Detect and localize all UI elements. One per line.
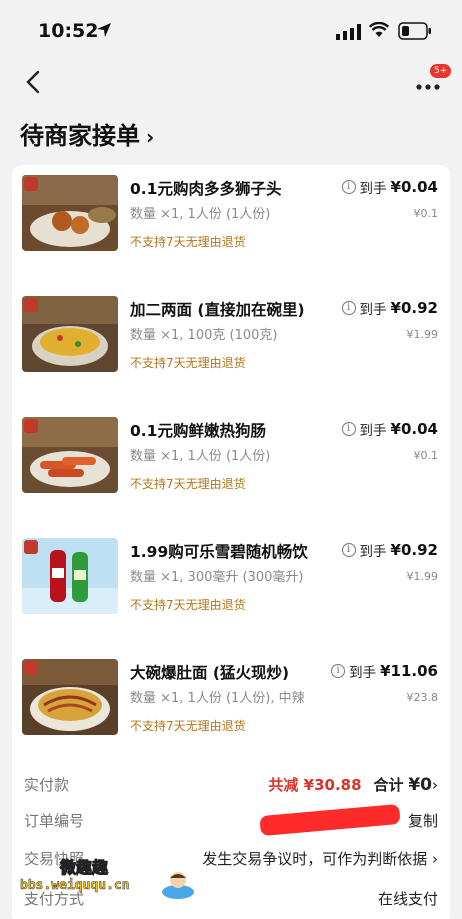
shop-logo-icon (24, 540, 38, 554)
item-spec: 数量 ×1, 1人份 (1人份) (130, 207, 271, 222)
watermark-url: bbs.weiququ.cn (20, 878, 130, 894)
price-label: 到手 (349, 665, 377, 681)
chevron-right-icon: › (432, 850, 438, 868)
swimmer-emoji-icon (162, 872, 194, 899)
item-title: 1.99购可乐雪碧随机畅饮 (130, 543, 308, 561)
info-icon: i (341, 301, 356, 315)
message-badge: 5+ (430, 64, 452, 78)
order-status-heading[interactable]: 待商家接单 › (20, 116, 154, 151)
info-icon: i (341, 422, 356, 436)
item-title: 大碗爆肚面 (猛火现炒) (130, 664, 290, 682)
item-thumbnail (22, 175, 118, 251)
price-box[interactable]: i 到手 ¥0.04 (341, 177, 438, 197)
watermark-title: 微趣趣 (59, 858, 109, 878)
shop-logo-icon (24, 177, 38, 191)
location-arrow-icon (97, 23, 111, 37)
order-item[interactable]: 大碗爆肚面 (猛火现炒) 数量 ×1, 1人份 (1人份), 中辣 不支持7天无… (12, 649, 450, 770)
clock: 10:52 (38, 20, 99, 42)
final-price: ¥11.06 (380, 662, 438, 680)
original-price: ¥1.99 (406, 328, 439, 341)
paid-amount-row[interactable]: 实付款 共减 ¥30.88 合计 ¥0› (12, 766, 450, 802)
item-spec: 数量 ×1, 100克 (100克) (130, 328, 278, 343)
item-spec: 数量 ×1, 1人份 (1人份) (130, 449, 271, 464)
item-title: 0.1元购鲜嫩热狗肠 (130, 422, 266, 440)
paid-label: 实付款 (24, 776, 70, 794)
price-box[interactable]: i 到手 ¥0.92 (341, 540, 438, 560)
final-price: ¥0.92 (390, 299, 438, 317)
final-price: ¥0.04 (390, 178, 438, 196)
item-title: 0.1元购肉多多狮子头 (130, 180, 282, 198)
order-number-row: 订单编号 复制 (12, 802, 450, 838)
return-policy: 不支持7天无理由退货 (130, 235, 246, 249)
item-spec: 数量 ×1, 1人份 (1人份), 中辣 (130, 691, 305, 706)
copy-button[interactable]: 复制 (408, 810, 438, 831)
status-bar: 10:52 (0, 0, 462, 60)
item-thumbnail (22, 538, 118, 614)
item-thumbnail (22, 296, 118, 372)
watermark: 微趣趣 bbs.weiququ.cn (20, 850, 200, 910)
order-number-label: 订单编号 (24, 812, 85, 830)
price-box[interactable]: i 到手 ¥0.92 (341, 298, 438, 318)
order-item[interactable]: 1.99购可乐雪碧随机畅饮 数量 ×1, 300毫升 (300毫升) 不支持7天… (12, 528, 450, 649)
more-button[interactable]: 5+ (408, 64, 452, 100)
nav-bar: 5+ (0, 60, 462, 110)
discount-amount: 共减 ¥30.88 (268, 776, 362, 794)
total-amount: ¥0 (408, 775, 432, 795)
price-label: 到手 (359, 544, 387, 560)
back-button[interactable] (22, 68, 52, 98)
more-dots-icon (416, 84, 440, 90)
total-label: 合计 (373, 776, 404, 794)
redaction-mark (259, 803, 401, 837)
shop-logo-icon (24, 661, 38, 675)
return-policy: 不支持7天无理由退货 (130, 356, 246, 370)
battery-icon (398, 22, 431, 40)
return-policy: 不支持7天无理由退货 (130, 477, 246, 491)
payment-value: 在线支付 (377, 890, 438, 908)
price-label: 到手 (359, 181, 387, 197)
original-price: ¥1.99 (406, 570, 439, 583)
info-icon: i (341, 543, 356, 557)
shop-logo-icon (24, 419, 38, 433)
final-price: ¥0.92 (390, 541, 438, 559)
return-policy: 不支持7天无理由退货 (130, 598, 246, 612)
item-thumbnail (22, 659, 118, 735)
snapshot-hint: 发生交易争议时，可作为判断依据 › (202, 848, 438, 869)
item-title: 加二两面 (直接加在碗里) (130, 301, 305, 319)
snapshot-hint-text: 发生交易争议时，可作为判断依据 (202, 850, 428, 868)
original-price: ¥0.1 (413, 449, 439, 462)
cellular-signal-icon (336, 24, 361, 40)
price-label: 到手 (359, 302, 387, 318)
order-item[interactable]: 0.1元购肉多多狮子头 数量 ×1, 1人份 (1人份) 不支持7天无理由退货 … (12, 165, 450, 286)
price-label: 到手 (359, 423, 387, 439)
paid-summary: 共减 ¥30.88 合计 ¥0› (268, 774, 438, 795)
wifi-icon (369, 22, 389, 37)
order-item[interactable]: 0.1元购鲜嫩热狗肠 数量 ×1, 1人份 (1人份) 不支持7天无理由退货 i… (12, 407, 450, 528)
price-box[interactable]: i 到手 ¥0.04 (341, 419, 438, 439)
chevron-left-icon (26, 70, 40, 94)
return-policy: 不支持7天无理由退货 (130, 719, 246, 733)
item-spec: 数量 ×1, 300毫升 (300毫升) (130, 570, 304, 585)
order-item[interactable]: 加二两面 (直接加在碗里) 数量 ×1, 100克 (100克) 不支持7天无理… (12, 286, 450, 407)
original-price: ¥23.8 (406, 691, 439, 704)
order-status-title: 待商家接单 (20, 122, 140, 150)
original-price: ¥0.1 (413, 207, 439, 220)
price-box[interactable]: i 到手 ¥11.06 (331, 661, 438, 681)
info-icon: i (341, 180, 356, 194)
item-thumbnail (22, 417, 118, 493)
chevron-right-icon: › (146, 125, 155, 149)
shop-logo-icon (24, 298, 38, 312)
info-icon: i (331, 664, 346, 678)
chevron-right-icon: › (432, 776, 438, 794)
final-price: ¥0.04 (390, 420, 438, 438)
